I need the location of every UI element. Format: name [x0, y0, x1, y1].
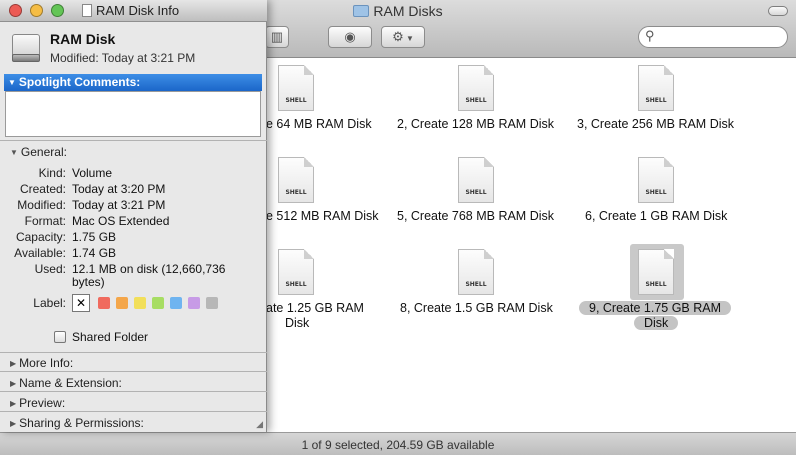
more-info-label: More Info: [19, 356, 74, 370]
file-label: 3, Create 256 MB RAM Disk [577, 117, 734, 131]
disk-name: RAM Disk [50, 31, 116, 47]
kind-key: Kind: [38, 166, 66, 180]
file-label-line1: ate 1.25 GB RAM [266, 301, 364, 315]
action-menu-button[interactable]: ⚙ ▼ [381, 26, 425, 48]
modified-value: Today at 3:21 PM [72, 198, 166, 212]
shell-script-icon: SHELL [458, 249, 494, 295]
disclosure-closed-icon: ▶ [10, 359, 17, 368]
shell-script-icon: SHELL [278, 65, 314, 111]
hard-disk-icon [12, 30, 42, 64]
shell-script-icon: SHELL [278, 249, 314, 295]
file-label: 8, Create 1.5 GB RAM Disk [400, 301, 553, 315]
spotlight-comments-field[interactable] [5, 91, 261, 137]
document-icon [82, 4, 92, 17]
finder-title-text: RAM Disks [373, 3, 443, 19]
label-orange[interactable] [116, 297, 128, 309]
quick-look-button[interactable]: ◉ [328, 26, 372, 48]
capacity-key: Capacity: [15, 230, 66, 244]
label-yellow[interactable] [134, 297, 146, 309]
used-value-cont: bytes) [72, 275, 105, 289]
coverflow-icon: ▥ [270, 29, 284, 44]
spotlight-comments-label: Spotlight Comments: [18, 75, 141, 89]
available-key: Available: [14, 246, 66, 260]
created-key: Created: [19, 182, 66, 196]
divider [0, 371, 267, 372]
info-title-text: RAM Disk Info [96, 3, 180, 18]
shell-script-icon: SHELL [638, 65, 674, 111]
sharing-permissions-label: Sharing & Permissions: [19, 416, 144, 430]
preview-section[interactable]: ▶ Preview: [10, 396, 65, 410]
divider [0, 140, 267, 141]
folder-icon [353, 5, 370, 17]
general-section-header[interactable]: ▼ General: [10, 145, 67, 159]
used-key: Used: [34, 262, 66, 276]
more-info-section[interactable]: ▶ More Info: [10, 356, 73, 370]
spotlight-comments-header[interactable]: ▼ Spotlight Comments: [4, 74, 262, 91]
shell-script-icon: SHELL [638, 249, 674, 295]
file-label: 5, Create 768 MB RAM Disk [397, 209, 554, 223]
shell-script-icon: SHELL [638, 157, 674, 203]
preview-label: Preview: [19, 396, 66, 410]
shell-script-icon: SHELL [278, 157, 314, 203]
info-window: RAM Disk Info RAM Disk Modified: Today a… [0, 0, 267, 432]
label-purple[interactable] [188, 297, 200, 309]
file-label: 6, Create 1 GB RAM Disk [585, 209, 728, 223]
coverflow-view-button[interactable]: ▥ [265, 26, 289, 48]
zoom-button[interactable] [51, 4, 64, 17]
label-red[interactable] [98, 297, 110, 309]
minimize-button[interactable] [30, 4, 43, 17]
label-blue[interactable] [170, 297, 182, 309]
kind-value: Volume [72, 166, 113, 180]
label-gray[interactable] [206, 297, 218, 309]
modified-key: Modified: [17, 198, 66, 212]
file-label: e 512 MB RAM Disk [266, 209, 379, 223]
available-value: 1.74 GB [72, 246, 117, 260]
info-title: RAM Disk Info [82, 3, 179, 18]
disclosure-closed-icon: ▶ [10, 399, 17, 408]
created-value: Today at 3:20 PM [72, 182, 166, 196]
file-label-line2: Disk [634, 316, 679, 330]
resize-grip-icon[interactable]: ◢ [256, 419, 263, 430]
info-titlebar: RAM Disk Info [0, 0, 267, 22]
disclosure-open-icon: ▼ [10, 148, 18, 157]
disclosure-closed-icon: ▶ [10, 379, 17, 388]
disclosure-closed-icon: ▶ [10, 419, 17, 428]
label-green[interactable] [152, 297, 164, 309]
used-value: 12.1 MB on disk (12,660,736 [72, 262, 226, 276]
eye-icon: ◉ [344, 29, 356, 44]
gear-icon: ⚙ [392, 29, 404, 44]
search-icon: ⚲ [645, 28, 655, 43]
toolbar-toggle-button[interactable] [768, 6, 788, 16]
label-none-button[interactable]: ✕ [72, 294, 90, 312]
shared-folder-label: Shared Folder [72, 330, 149, 344]
divider [0, 352, 267, 353]
shell-script-icon: SHELL [458, 65, 494, 111]
shared-folder-checkbox[interactable] [54, 331, 66, 343]
divider [0, 411, 267, 412]
format-value: Mac OS Extended [72, 214, 170, 228]
general-label: General: [20, 145, 67, 159]
close-button[interactable] [9, 4, 22, 17]
disk-modified: Modified: Today at 3:21 PM [50, 51, 196, 65]
divider [0, 391, 267, 392]
file-label-line2: Disk [285, 316, 310, 330]
search-field[interactable]: ⚲ [638, 26, 788, 48]
label-key: Label: [33, 296, 66, 310]
finder-status-bar: 1 of 9 selected, 204.59 GB available [0, 432, 796, 455]
chevron-down-icon: ▼ [403, 34, 414, 43]
file-label-line1: 9, Create 1.75 GB RAM [579, 301, 732, 315]
file-label: 2, Create 128 MB RAM Disk [397, 117, 554, 131]
sharing-permissions-section[interactable]: ▶ Sharing & Permissions: [10, 416, 144, 430]
disclosure-open-icon: ▼ [8, 78, 16, 87]
format-key: Format: [24, 214, 66, 228]
name-extension-label: Name & Extension: [19, 376, 122, 390]
status-text: 1 of 9 selected, 204.59 GB available [301, 438, 495, 452]
file-label: e 64 MB RAM Disk [266, 117, 372, 131]
name-extension-section[interactable]: ▶ Name & Extension: [10, 376, 122, 390]
shell-script-icon: SHELL [458, 157, 494, 203]
capacity-value: 1.75 GB [72, 230, 117, 244]
